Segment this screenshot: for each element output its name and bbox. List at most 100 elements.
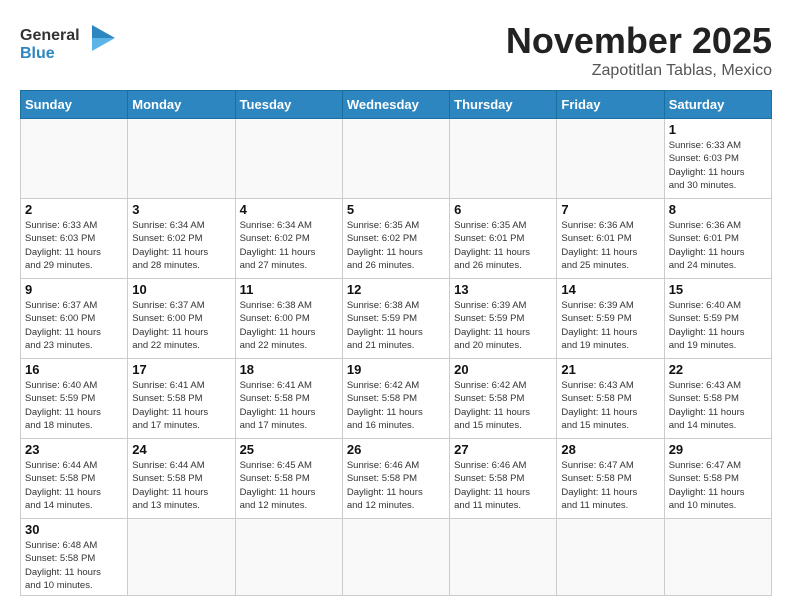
calendar-cell: 6Sunrise: 6:35 AM Sunset: 6:01 PM Daylig… <box>450 199 557 279</box>
day-number: 12 <box>347 282 445 297</box>
day-number: 26 <box>347 442 445 457</box>
col-sunday: Sunday <box>21 91 128 119</box>
calendar-cell: 29 Sunrise: 6:47 AM Sunset: 5:58 PM Dayli… <box>664 439 771 519</box>
calendar-cell: 22 Sunrise: 6:43 AM Sunset: 5:58 PM Dayli… <box>664 359 771 439</box>
day-info: Sunrise: 6:47 AM Sunset: 5:58 PM Dayligh… <box>669 459 767 512</box>
day-number: 15 <box>669 282 767 297</box>
calendar-cell <box>664 519 771 596</box>
location-subtitle: Zapotitlan Tablas, Mexico <box>506 62 772 80</box>
calendar-cell: 8 Sunrise: 6:36 AM Sunset: 6:01 PM Daylig… <box>664 199 771 279</box>
day-number: 7 <box>561 202 659 217</box>
day-number: 22 <box>669 362 767 377</box>
day-number: 16 <box>25 362 123 377</box>
calendar-cell: 23 Sunrise: 6:44 AM Sunset: 5:58 PM Dayli… <box>21 439 128 519</box>
calendar-cell <box>342 519 449 596</box>
day-info: Sunrise: 6:43 AM Sunset: 5:58 PM Dayligh… <box>669 379 767 432</box>
calendar-cell <box>21 119 128 199</box>
day-info: Sunrise: 6:33 AM Sunset: 6:03 PM Dayligh… <box>669 139 767 192</box>
day-number: 17 <box>132 362 230 377</box>
day-info: Sunrise: 6:42 AM Sunset: 5:58 PM Dayligh… <box>347 379 445 432</box>
day-info: Sunrise: 6:34 AM Sunset: 6:02 PM Dayligh… <box>240 219 338 272</box>
calendar-cell: 25 Sunrise: 6:45 AM Sunset: 5:58 PM Dayli… <box>235 439 342 519</box>
calendar-cell: 14Sunrise: 6:39 AM Sunset: 5:59 PM Dayli… <box>557 279 664 359</box>
day-info: Sunrise: 6:46 AM Sunset: 5:58 PM Dayligh… <box>347 459 445 512</box>
col-friday: Friday <box>557 91 664 119</box>
calendar-cell: 10 Sunrise: 6:37 AM Sunset: 6:00 PM Dayli… <box>128 279 235 359</box>
calendar-cell: 15 Sunrise: 6:40 AM Sunset: 5:59 PM Dayli… <box>664 279 771 359</box>
day-number: 11 <box>240 282 338 297</box>
calendar-cell: 18 Sunrise: 6:41 AM Sunset: 5:58 PM Dayli… <box>235 359 342 439</box>
day-info: Sunrise: 6:44 AM Sunset: 5:58 PM Dayligh… <box>25 459 123 512</box>
day-number: 19 <box>347 362 445 377</box>
day-info: Sunrise: 6:40 AM Sunset: 5:59 PM Dayligh… <box>25 379 123 432</box>
day-number: 2 <box>25 202 123 217</box>
day-info: Sunrise: 6:36 AM Sunset: 6:01 PM Dayligh… <box>669 219 767 272</box>
calendar-cell <box>128 519 235 596</box>
day-number: 23 <box>25 442 123 457</box>
day-number: 13 <box>454 282 552 297</box>
day-number: 8 <box>669 202 767 217</box>
day-info: Sunrise: 6:37 AM Sunset: 6:00 PM Dayligh… <box>132 299 230 352</box>
calendar-cell: 28 Sunrise: 6:47 AM Sunset: 5:58 PM Dayli… <box>557 439 664 519</box>
day-info: Sunrise: 6:38 AM Sunset: 5:59 PM Dayligh… <box>347 299 445 352</box>
calendar-cell: 9Sunrise: 6:37 AM Sunset: 6:00 PM Daylig… <box>21 279 128 359</box>
day-number: 10 <box>132 282 230 297</box>
day-number: 25 <box>240 442 338 457</box>
calendar-header-row: Sunday Monday Tuesday Wednesday Thursday… <box>21 91 772 119</box>
day-info: Sunrise: 6:42 AM Sunset: 5:58 PM Dayligh… <box>454 379 552 432</box>
col-wednesday: Wednesday <box>342 91 449 119</box>
calendar-cell: 12 Sunrise: 6:38 AM Sunset: 5:59 PM Dayli… <box>342 279 449 359</box>
day-number: 27 <box>454 442 552 457</box>
calendar-cell: 27 Sunrise: 6:46 AM Sunset: 5:58 PM Dayli… <box>450 439 557 519</box>
day-info: Sunrise: 6:38 AM Sunset: 6:00 PM Dayligh… <box>240 299 338 352</box>
col-tuesday: Tuesday <box>235 91 342 119</box>
day-number: 1 <box>669 122 767 137</box>
calendar-cell <box>342 119 449 199</box>
calendar-cell <box>235 519 342 596</box>
col-thursday: Thursday <box>450 91 557 119</box>
calendar-cell: 3Sunrise: 6:34 AM Sunset: 6:02 PM Daylig… <box>128 199 235 279</box>
calendar-cell <box>450 119 557 199</box>
calendar-cell: 30Sunrise: 6:48 AM Sunset: 5:58 PM Dayli… <box>21 519 128 596</box>
day-info: Sunrise: 6:40 AM Sunset: 5:59 PM Dayligh… <box>669 299 767 352</box>
day-info: Sunrise: 6:37 AM Sunset: 6:00 PM Dayligh… <box>25 299 123 352</box>
calendar-cell: 24 Sunrise: 6:44 AM Sunset: 5:58 PM Dayli… <box>128 439 235 519</box>
day-number: 30 <box>25 522 123 537</box>
calendar-cell: 7 Sunrise: 6:36 AM Sunset: 6:01 PM Daylig… <box>557 199 664 279</box>
calendar-cell: 5 Sunrise: 6:35 AM Sunset: 6:02 PM Daylig… <box>342 199 449 279</box>
calendar-cell: 13 Sunrise: 6:39 AM Sunset: 5:59 PM Dayli… <box>450 279 557 359</box>
day-info: Sunrise: 6:39 AM Sunset: 5:59 PM Dayligh… <box>454 299 552 352</box>
day-number: 14 <box>561 282 659 297</box>
day-number: 4 <box>240 202 338 217</box>
day-number: 5 <box>347 202 445 217</box>
logo: General Blue <box>20 20 120 65</box>
month-title: November 2025 <box>506 20 772 62</box>
day-info: Sunrise: 6:46 AM Sunset: 5:58 PM Dayligh… <box>454 459 552 512</box>
day-number: 18 <box>240 362 338 377</box>
day-info: Sunrise: 6:44 AM Sunset: 5:58 PM Dayligh… <box>132 459 230 512</box>
day-info: Sunrise: 6:41 AM Sunset: 5:58 PM Dayligh… <box>240 379 338 432</box>
day-info: Sunrise: 6:43 AM Sunset: 5:58 PM Dayligh… <box>561 379 659 432</box>
day-info: Sunrise: 6:47 AM Sunset: 5:58 PM Dayligh… <box>561 459 659 512</box>
day-info: Sunrise: 6:45 AM Sunset: 5:58 PM Dayligh… <box>240 459 338 512</box>
day-number: 29 <box>669 442 767 457</box>
day-info: Sunrise: 6:41 AM Sunset: 5:58 PM Dayligh… <box>132 379 230 432</box>
calendar-cell: 26 Sunrise: 6:46 AM Sunset: 5:58 PM Dayli… <box>342 439 449 519</box>
day-info: Sunrise: 6:35 AM Sunset: 6:02 PM Dayligh… <box>347 219 445 272</box>
day-number: 6 <box>454 202 552 217</box>
calendar-cell <box>450 519 557 596</box>
day-number: 3 <box>132 202 230 217</box>
day-info: Sunrise: 6:36 AM Sunset: 6:01 PM Dayligh… <box>561 219 659 272</box>
calendar-cell: 19 Sunrise: 6:42 AM Sunset: 5:58 PM Dayli… <box>342 359 449 439</box>
page-header: General Blue November 2025 Zapotitlan Ta… <box>20 20 772 80</box>
calendar-cell <box>128 119 235 199</box>
logo-svg: General Blue <box>20 20 120 65</box>
day-number: 28 <box>561 442 659 457</box>
calendar-cell: 20 Sunrise: 6:42 AM Sunset: 5:58 PM Dayli… <box>450 359 557 439</box>
calendar-cell <box>557 519 664 596</box>
calendar-table: Sunday Monday Tuesday Wednesday Thursday… <box>20 90 772 596</box>
day-number: 20 <box>454 362 552 377</box>
svg-text:Blue: Blue <box>20 45 55 62</box>
day-number: 24 <box>132 442 230 457</box>
calendar-cell: 1 Sunrise: 6:33 AM Sunset: 6:03 PM Daylig… <box>664 119 771 199</box>
